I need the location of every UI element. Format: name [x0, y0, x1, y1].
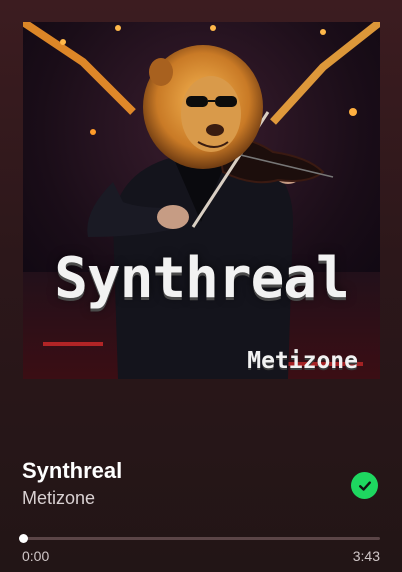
saved-button[interactable]: [351, 472, 378, 499]
album-art: Synthreal Metizone: [23, 22, 380, 379]
album-art-artist-text: Metizone: [247, 348, 358, 374]
progress-bar[interactable]: [19, 534, 380, 543]
check-circle-icon: [358, 480, 371, 491]
track-artist[interactable]: Metizone: [22, 488, 95, 509]
total-duration: 3:43: [352, 548, 380, 564]
elapsed-time: 0:00: [22, 548, 50, 564]
album-art-illustration: [23, 22, 380, 379]
album-art-title-text: Synthreal: [54, 246, 349, 311]
track-title[interactable]: Synthreal: [22, 458, 122, 484]
progress-handle[interactable]: [19, 534, 28, 543]
